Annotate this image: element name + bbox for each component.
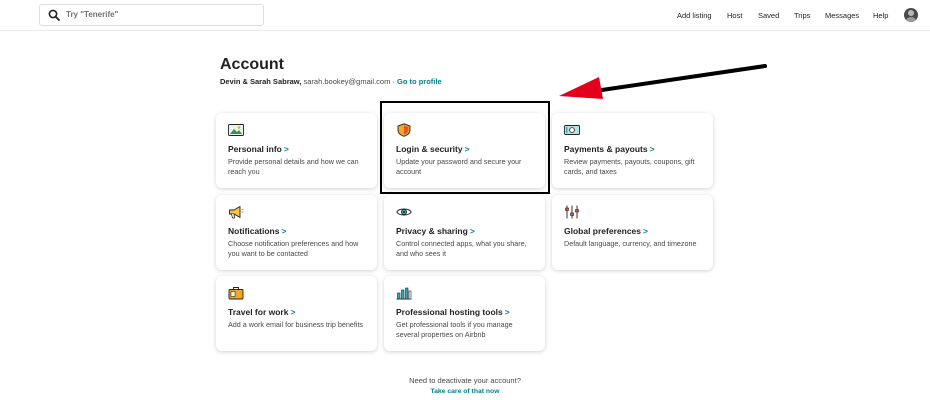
card-description: Get professional tools if you manage sev… [396, 320, 513, 339]
nav-messages[interactable]: Messages [825, 11, 859, 20]
separator: · [392, 77, 395, 86]
id-card-icon [228, 124, 244, 136]
card-title: Global preferences > [564, 226, 648, 236]
go-to-profile-link[interactable]: Go to profile [397, 77, 442, 86]
annotation-arrow-icon [559, 64, 767, 99]
nav-host[interactable]: Host [727, 11, 742, 20]
search-icon [48, 9, 60, 21]
card-personal-info[interactable]: Personal info > Provide personal details … [216, 113, 377, 188]
card-travel-for-work[interactable]: Travel for work > Add a work email for bu… [216, 276, 377, 351]
chevron-right-icon: > [504, 307, 510, 317]
annotation-highlight-box [380, 101, 550, 194]
eye-icon [396, 208, 412, 216]
card-global-preferences[interactable]: Global preferences > Default language, cu… [552, 195, 713, 270]
nav-trips[interactable]: Trips [794, 11, 810, 20]
deactivate-question: Need to deactivate your account? [409, 376, 521, 385]
top-navigation-bar: Try "Tenerife" Add listing Host Saved Tr… [0, 0, 930, 31]
card-notifications[interactable]: Notifications > Choose notification prefe… [216, 195, 377, 270]
card-title: Personal info > [228, 144, 289, 154]
card-title: Professional hosting tools > [396, 307, 510, 317]
chart-icon [396, 287, 412, 300]
page-title: Account [220, 56, 284, 73]
card-description: Provide personal details and how we can … [228, 157, 359, 176]
card-description: Control connected apps, what you share, … [396, 239, 527, 258]
chevron-right-icon: > [283, 144, 289, 154]
card-professional-hosting-tools[interactable]: Professional hosting tools > Get professi… [384, 276, 545, 351]
user-email: sarah.bookey@gmail.com [303, 77, 391, 86]
nav-add-listing[interactable]: Add listing [677, 11, 712, 20]
avatar[interactable] [904, 8, 918, 22]
card-payments-payouts[interactable]: Payments & payouts > Review payments, pay… [552, 113, 713, 188]
briefcase-icon [228, 287, 244, 300]
search-input[interactable]: Try "Tenerife" [66, 10, 118, 19]
card-description: Review payments, payouts, coupons, gift … [564, 157, 695, 176]
card-title: Privacy & sharing > [396, 226, 475, 236]
user-name: Devin & Sarah Sabraw, [220, 77, 302, 86]
card-privacy-sharing[interactable]: Privacy & sharing > Control connected app… [384, 195, 545, 270]
chevron-right-icon: > [290, 307, 296, 317]
chevron-right-icon: > [649, 144, 655, 154]
deactivate-link[interactable]: Take care of that now [0, 388, 930, 395]
search-bar[interactable]: Try "Tenerife" [39, 4, 264, 26]
money-icon [564, 125, 580, 135]
card-description: Add a work email for business trip benef… [228, 320, 364, 329]
card-description: Default language, currency, and timezone [564, 239, 697, 248]
nav-help[interactable]: Help [873, 11, 888, 20]
chevron-right-icon: > [469, 226, 475, 236]
account-subline: Devin & Sarah Sabraw, sarah.bookey@gmail… [220, 77, 442, 86]
card-title: Travel for work > [228, 307, 296, 317]
megaphone-icon [229, 206, 244, 219]
nav-saved[interactable]: Saved [758, 11, 779, 20]
card-title: Notifications > [228, 226, 287, 236]
card-description: Choose notification preferences and how … [228, 239, 359, 258]
sliders-icon [565, 205, 579, 219]
chevron-right-icon: > [643, 226, 648, 236]
chevron-right-icon: > [281, 226, 287, 236]
card-title: Payments & payouts > [564, 144, 655, 154]
